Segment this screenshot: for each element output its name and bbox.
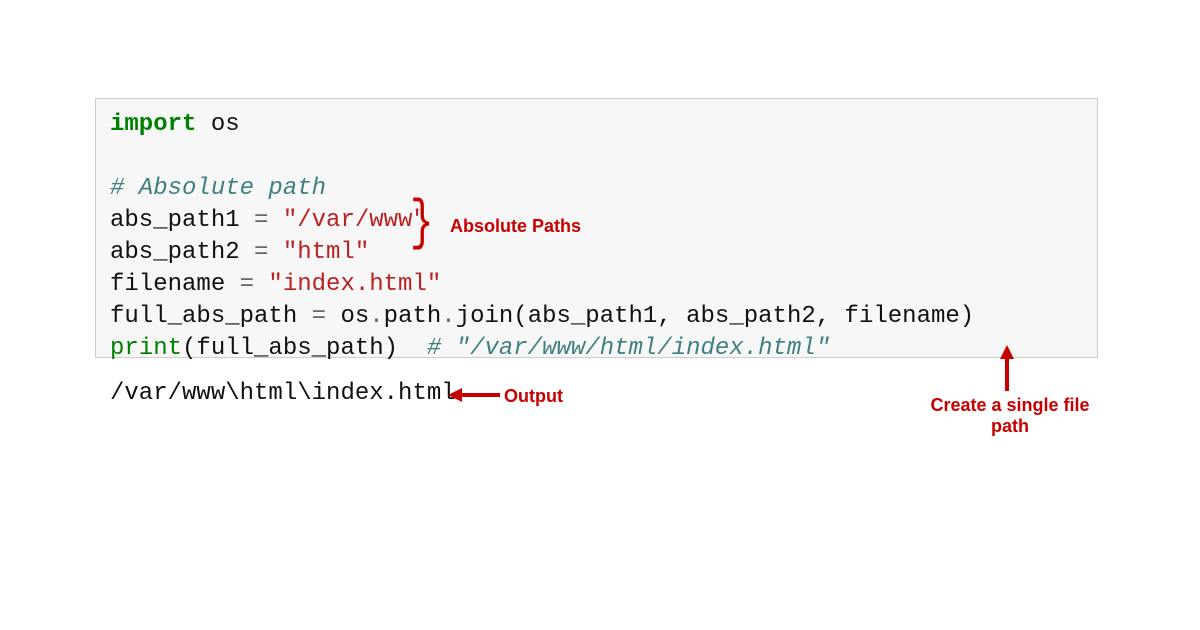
op-eq: = [240,271,254,298]
var-abs-path1: abs_path1 [110,207,254,234]
join-call: join(abs_path1, abs_path2, filename) [456,303,974,330]
annotation-single-file-path: Create a single file path [920,395,1100,437]
module-os: os [196,111,239,138]
code-block: import os # Absolute path abs_path1 = "/… [95,98,1098,358]
code-line-6: filename = "index.html" [110,269,1083,301]
annotation-single-file-path-l1: Create a single file [920,395,1100,416]
str-index-html: "index.html" [254,271,441,298]
annotation-output: Output [504,386,563,407]
comment-absolute-path: # Absolute path [110,175,326,202]
annotation-absolute-paths: Absolute Paths [450,216,581,237]
code-line-4: abs_path1 = "/var/www" [110,205,1083,237]
output-text: /var/www\html\index.html [110,380,456,407]
code-line-1: import os [110,109,1083,141]
keyword-import: import [110,111,196,138]
brace-icon: } [410,195,434,251]
str-var-www: "/var/www" [268,207,426,234]
code-line-3: # Absolute path [110,173,1083,205]
op-dot: . [369,303,383,330]
comment-expected: # "/var/www/html/index.html" [427,335,830,362]
op-eq: = [254,207,268,234]
code-line-5: abs_path2 = "html" [110,237,1083,269]
op-eq: = [312,303,326,330]
fn-print: print [110,335,182,362]
arrow-up-icon [1000,345,1014,391]
str-html: "html" [268,239,369,266]
var-abs-path2: abs_path2 [110,239,254,266]
code-line-7: full_abs_path = os.path.join(abs_path1, … [110,301,1083,333]
path-text: path [384,303,442,330]
arrow-left-icon [448,388,500,402]
code-line-8: print(full_abs_path) # "/var/www/html/in… [110,333,1083,365]
op-dot: . [441,303,455,330]
var-full-abs-path: full_abs_path [110,303,312,330]
code-line-blank [110,141,1083,173]
annotation-single-file-path-l2: path [920,416,1100,437]
op-eq: = [254,239,268,266]
print-arg: (full_abs_path) [182,335,427,362]
os-text: os [326,303,369,330]
var-filename: filename [110,271,240,298]
